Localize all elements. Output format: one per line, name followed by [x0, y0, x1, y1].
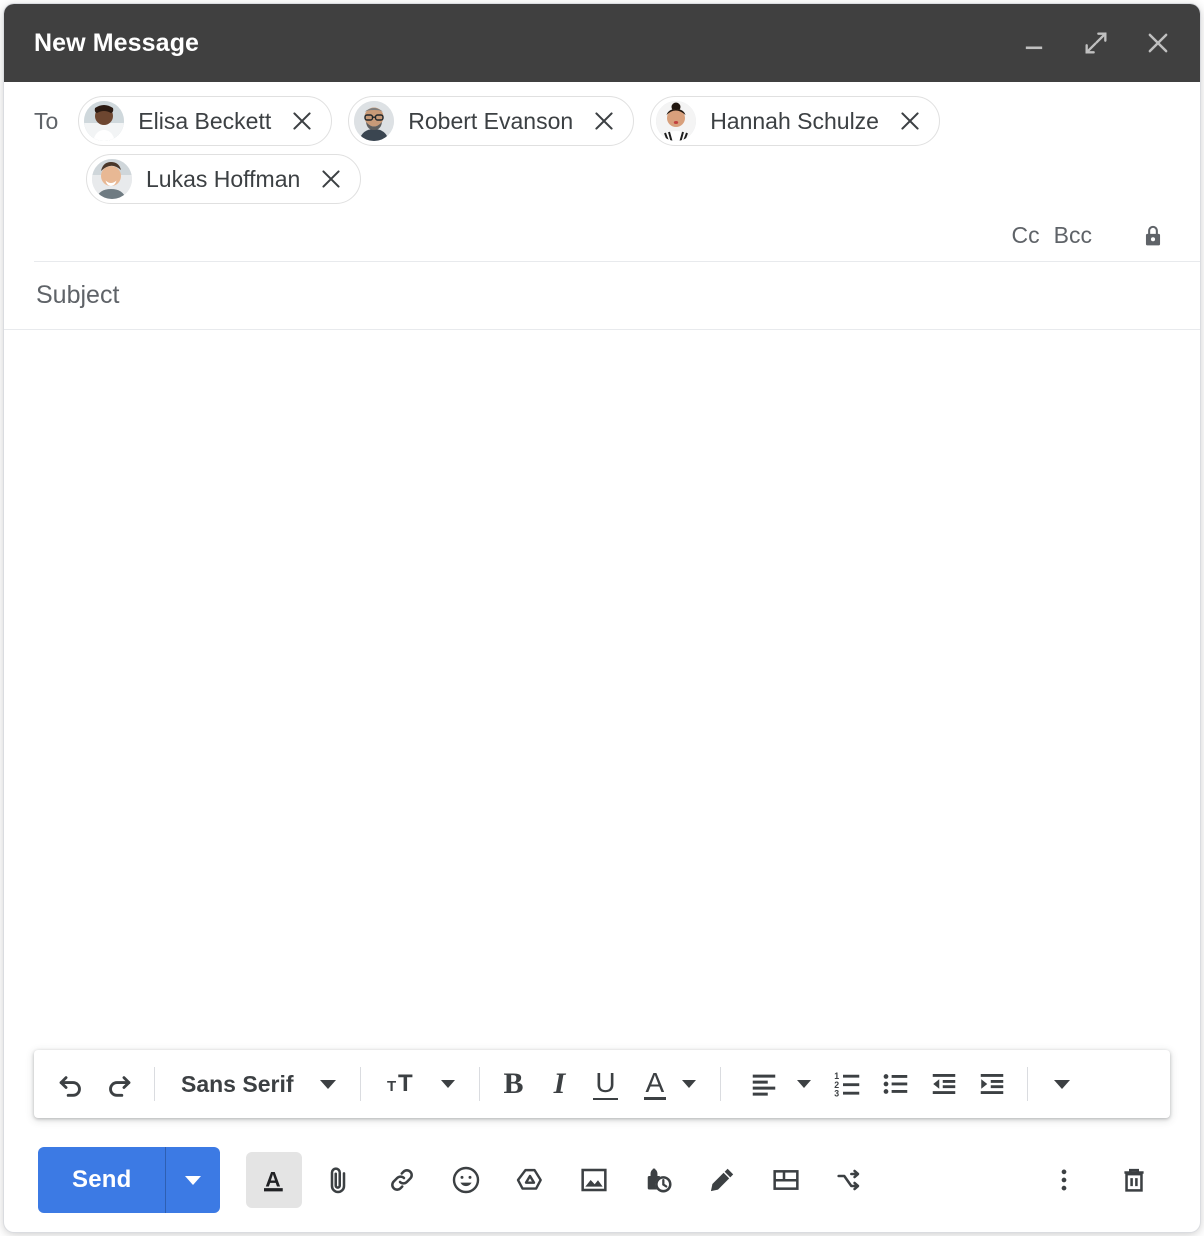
more-vertical-icon — [1061, 1169, 1067, 1191]
recipient-name: Lukas Hoffman — [146, 165, 301, 192]
discard-draft-button[interactable] — [1106, 1152, 1162, 1208]
font-size-selector[interactable]: T T — [373, 1060, 467, 1108]
remove-recipient-icon[interactable] — [895, 106, 925, 136]
indent-decrease-icon — [932, 1074, 956, 1094]
to-field-row[interactable]: To Elisa Beckett Robert Evanson Hannah S… — [34, 96, 1170, 150]
bulleted-list-icon — [883, 1074, 908, 1094]
cc-bcc-row: Cc Bcc — [34, 210, 1200, 262]
align-left-icon — [752, 1074, 776, 1096]
to-field-row-2[interactable]: Lukas Hoffman — [34, 154, 1170, 208]
font-family-value: Sans Serif — [181, 1070, 294, 1097]
bcc-button[interactable]: Bcc — [1054, 222, 1092, 249]
send-button[interactable]: Send — [38, 1147, 165, 1213]
numbered-list-button[interactable]: 1 2 3 — [825, 1060, 871, 1108]
remove-recipient-icon[interactable] — [287, 106, 317, 136]
formatting-toolbar-wrapper: Sans Serif T T B I U A 1 2 3 — [4, 1050, 1200, 1128]
text-color-selector[interactable]: A — [630, 1060, 709, 1108]
svg-text:T: T — [387, 1078, 396, 1095]
insert-photo-button[interactable] — [566, 1152, 622, 1208]
svg-text:A: A — [266, 1167, 281, 1191]
indent-less-button[interactable] — [921, 1060, 967, 1108]
recipient-name: Hannah Schulze — [710, 107, 879, 134]
avatar — [354, 101, 395, 141]
chevron-down-icon — [682, 1080, 697, 1088]
bold-button[interactable]: B — [492, 1060, 536, 1108]
insert-template-button[interactable] — [758, 1152, 814, 1208]
text-format-icon: A — [264, 1167, 284, 1192]
recipient-name: Elisa Beckett — [138, 107, 272, 134]
recipient-chip[interactable]: Lukas Hoffman — [86, 154, 362, 204]
send-button-group[interactable]: Send — [38, 1147, 221, 1213]
svg-text:T: T — [398, 1070, 413, 1097]
avatar — [84, 101, 125, 141]
compose-window: New Message To Elisa Beckett Robert Evan… — [4, 4, 1200, 1232]
toolbar-divider — [1027, 1067, 1029, 1101]
indent-increase-icon — [980, 1074, 1004, 1094]
attach-file-button[interactable] — [310, 1152, 366, 1208]
mail-merge-button[interactable] — [822, 1152, 878, 1208]
lock-clock-icon — [648, 1168, 673, 1193]
italic-button[interactable]: I — [538, 1060, 582, 1108]
toolbar-divider — [154, 1067, 155, 1101]
undo-button[interactable] — [48, 1060, 94, 1108]
formatting-toolbar: Sans Serif T T B I U A 1 2 3 — [34, 1050, 1170, 1118]
cc-button[interactable]: Cc — [1012, 222, 1040, 249]
pen-icon — [711, 1168, 734, 1192]
bold-label: B — [503, 1067, 524, 1100]
minimize-button[interactable] — [1014, 23, 1054, 63]
to-label: To — [34, 108, 59, 134]
remove-recipient-icon[interactable] — [589, 106, 619, 136]
avatar — [656, 101, 697, 141]
insert-drive-button[interactable] — [502, 1152, 558, 1208]
svg-text:3: 3 — [834, 1089, 839, 1099]
confidential-mode-button[interactable] — [630, 1152, 686, 1208]
chevron-down-icon — [440, 1080, 455, 1088]
insert-emoji-button[interactable] — [438, 1152, 494, 1208]
window-controls — [1014, 23, 1178, 63]
font-size-icon: T T — [387, 1070, 413, 1097]
more-options-button[interactable] — [1036, 1152, 1092, 1208]
recipients-area: To Elisa Beckett Robert Evanson Hannah S… — [4, 82, 1200, 208]
message-body-input[interactable] — [4, 330, 1200, 1050]
subject-input[interactable] — [34, 280, 1170, 311]
insert-signature-button[interactable] — [694, 1152, 750, 1208]
title-bar: New Message — [4, 4, 1200, 82]
close-button[interactable] — [1138, 23, 1178, 63]
bulleted-list-button[interactable] — [873, 1060, 919, 1108]
chevron-down-icon — [797, 1080, 812, 1088]
toolbar-divider — [720, 1067, 722, 1101]
chevron-down-icon — [185, 1175, 202, 1185]
recipient-chip[interactable]: Hannah Schulze — [650, 96, 940, 146]
send-options-button[interactable] — [166, 1147, 220, 1213]
font-family-selector[interactable]: Sans Serif — [167, 1060, 348, 1108]
toolbar-divider — [359, 1067, 361, 1101]
recipient-chip[interactable]: Elisa Beckett — [78, 96, 333, 146]
more-formatting-button[interactable] — [1040, 1060, 1084, 1108]
italic-label: I — [553, 1067, 566, 1100]
recipient-name: Robert Evanson — [408, 107, 574, 134]
page-title: New Message — [34, 28, 200, 57]
chevron-down-icon — [319, 1079, 336, 1089]
recipient-chip[interactable]: Robert Evanson — [348, 96, 635, 146]
remove-recipient-icon[interactable] — [316, 164, 346, 194]
lock-icon[interactable] — [1136, 219, 1170, 253]
chevron-down-icon — [1054, 1079, 1071, 1089]
toolbar-divider — [478, 1067, 480, 1101]
numbered-list-icon: 1 2 3 — [834, 1071, 860, 1099]
underline-label: U — [593, 1067, 618, 1100]
indent-more-button[interactable] — [969, 1060, 1015, 1108]
avatar — [92, 159, 132, 199]
underline-button[interactable]: U — [584, 1060, 628, 1108]
text-color-label: A — [643, 1067, 667, 1101]
formatting-options-button[interactable]: A — [246, 1152, 303, 1208]
expand-button[interactable] — [1076, 23, 1116, 63]
subject-row — [4, 262, 1200, 330]
redo-button[interactable] — [96, 1060, 142, 1108]
action-bar: Send A — [4, 1128, 1200, 1232]
align-selector[interactable] — [733, 1060, 823, 1108]
insert-link-button[interactable] — [374, 1152, 430, 1208]
